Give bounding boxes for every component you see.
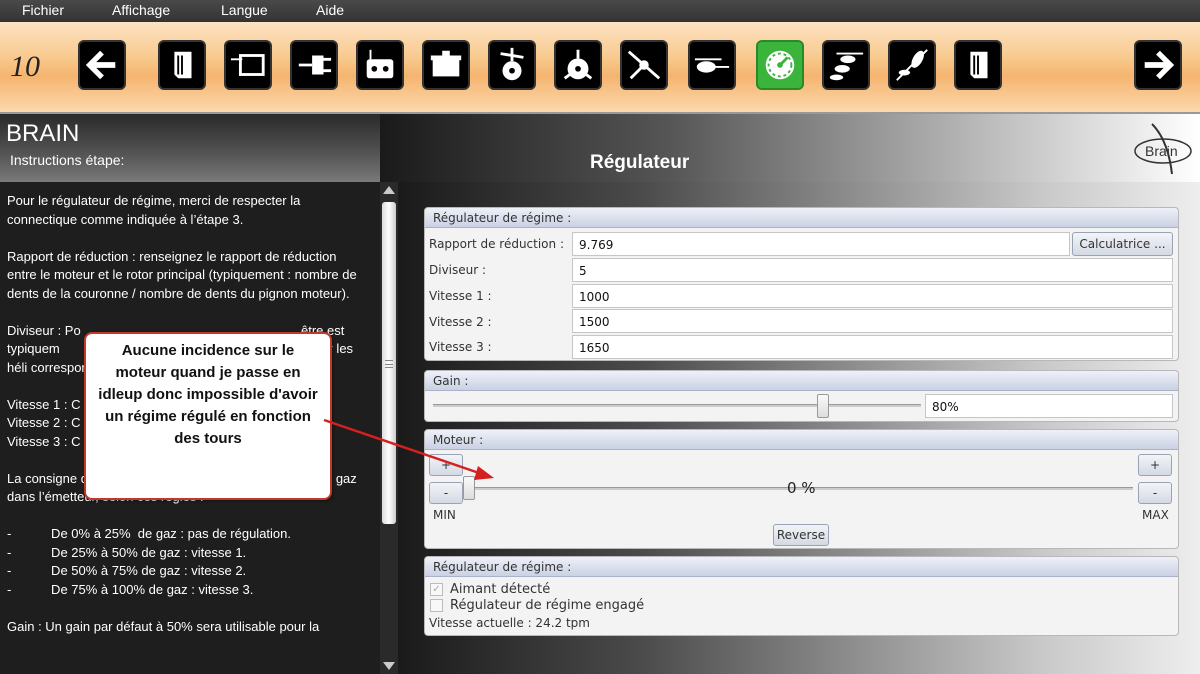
menu-langue[interactable]: Langue bbox=[221, 2, 268, 18]
manual-icon bbox=[174, 51, 192, 79]
divider-field[interactable]: 5 bbox=[572, 258, 1173, 282]
motor-slider-handle[interactable] bbox=[463, 476, 475, 500]
step-gauge-button[interactable] bbox=[756, 40, 804, 90]
step-helicopter-tilt-button[interactable] bbox=[888, 40, 936, 90]
step-toolbar: 10 bbox=[0, 22, 1200, 114]
motor-max-label: MAX bbox=[1142, 508, 1169, 522]
step-tail-rotor-button[interactable] bbox=[620, 40, 668, 90]
helicopter-side-icon bbox=[694, 58, 730, 73]
gain-header: Gain : bbox=[425, 371, 1178, 391]
step-rotor-head-button[interactable] bbox=[488, 40, 536, 90]
logo-text: Brain bbox=[1145, 143, 1178, 159]
magnet-checkbox[interactable]: ✓ bbox=[430, 583, 443, 596]
step-helicopter-flight-button[interactable] bbox=[822, 40, 870, 90]
step-swashplate-button[interactable] bbox=[554, 40, 602, 90]
speed1-label: Vitesse 1 : bbox=[429, 289, 492, 303]
gauge-icon bbox=[765, 50, 795, 80]
motor-percent: 0 % bbox=[787, 479, 816, 497]
divider-label: Diviseur : bbox=[429, 263, 487, 277]
motor-left-plus-button[interactable]: + bbox=[429, 454, 463, 476]
gain-slider-handle[interactable] bbox=[817, 394, 830, 418]
forward-button[interactable] bbox=[1134, 40, 1182, 90]
scroll-thumb[interactable] bbox=[382, 202, 396, 524]
rotor-head-icon bbox=[500, 47, 524, 81]
instructions-scrollbar[interactable] bbox=[380, 182, 398, 674]
governor-group: Régulateur de régime : Rapport de réduct… bbox=[424, 207, 1179, 361]
step-frame-button[interactable] bbox=[224, 40, 272, 90]
manual-end-icon bbox=[970, 51, 988, 79]
menu-bar: Fichier Affichage Langue Aide bbox=[0, 0, 1200, 22]
engaged-label: Régulateur de régime engagé bbox=[450, 598, 645, 613]
grip-icon bbox=[385, 360, 393, 368]
motor-min-label: MIN bbox=[433, 508, 456, 522]
motor-right-plus-button[interactable]: + bbox=[1138, 454, 1172, 476]
tail-rotor-icon bbox=[627, 50, 661, 80]
header-gradient bbox=[380, 114, 1200, 182]
magnet-label: Aimant détecté bbox=[450, 582, 551, 597]
speed2-label: Vitesse 2 : bbox=[429, 315, 492, 329]
frame-icon bbox=[230, 54, 265, 76]
governor-status-group: Régulateur de régime : ✓ Aimant détecté … bbox=[424, 556, 1179, 636]
speed2-field[interactable]: 1500 bbox=[572, 309, 1173, 333]
gain-value-field[interactable]: 80% bbox=[925, 394, 1173, 418]
speed3-label: Vitesse 3 : bbox=[429, 340, 492, 354]
calculator-button[interactable]: Calculatrice ... bbox=[1072, 232, 1173, 256]
step-helicopter-side-button[interactable] bbox=[688, 40, 736, 90]
scroll-down-icon[interactable] bbox=[383, 662, 395, 670]
back-arrow-icon bbox=[85, 50, 116, 80]
step-plug-button[interactable] bbox=[290, 40, 338, 90]
box-icon bbox=[430, 50, 462, 77]
ratio-field[interactable]: 9.769 bbox=[572, 232, 1070, 256]
page-header: BRAIN Instructions étape: Régulateur Bra… bbox=[0, 114, 1200, 182]
step-radio-button[interactable] bbox=[356, 40, 404, 90]
status-header: Régulateur de régime : bbox=[425, 557, 1178, 577]
annotation-callout: Aucune incidence sur le moteur quand je … bbox=[84, 332, 332, 500]
menu-aide[interactable]: Aide bbox=[316, 2, 344, 18]
scroll-up-icon[interactable] bbox=[383, 186, 395, 194]
step-manual-button[interactable] bbox=[158, 40, 206, 90]
radio-icon bbox=[366, 49, 394, 79]
motor-group: Moteur : + - 0 % + - MIN MAX Reverse bbox=[424, 429, 1179, 549]
motor-header: Moteur : bbox=[425, 430, 1178, 450]
swashplate-icon bbox=[563, 49, 593, 80]
motor-right-minus-button[interactable]: - bbox=[1138, 482, 1172, 504]
menu-fichier[interactable]: Fichier bbox=[22, 2, 64, 18]
motor-left-minus-button[interactable]: - bbox=[429, 482, 463, 504]
helicopter-tilt-icon bbox=[896, 49, 928, 81]
current-speed: Vitesse actuelle : 24.2 tpm bbox=[429, 616, 590, 630]
speed3-field[interactable]: 1650 bbox=[572, 335, 1173, 359]
engaged-checkbox[interactable] bbox=[430, 599, 443, 612]
plug-icon bbox=[298, 55, 332, 75]
reverse-button[interactable]: Reverse bbox=[773, 524, 829, 546]
governor-header: Régulateur de régime : bbox=[425, 208, 1178, 228]
gain-group: Gain : 80% bbox=[424, 370, 1179, 422]
speed1-field[interactable]: 1000 bbox=[572, 284, 1173, 308]
step-number: 10 bbox=[10, 50, 40, 83]
helicopter-flight-icon bbox=[829, 52, 864, 81]
back-button[interactable] bbox=[78, 40, 126, 90]
step-box-button[interactable] bbox=[422, 40, 470, 90]
forward-arrow-icon bbox=[1144, 50, 1175, 80]
app-title: BRAIN bbox=[6, 120, 80, 147]
ratio-label: Rapport de réduction : bbox=[429, 237, 564, 251]
instructions-label: Instructions étape: bbox=[10, 152, 125, 168]
page-title: Régulateur bbox=[590, 152, 690, 173]
gain-slider-track[interactable] bbox=[433, 404, 921, 407]
brain-logo: Brain bbox=[1132, 120, 1194, 178]
step-manual-end-button[interactable] bbox=[954, 40, 1002, 90]
menu-affichage[interactable]: Affichage bbox=[112, 2, 170, 18]
